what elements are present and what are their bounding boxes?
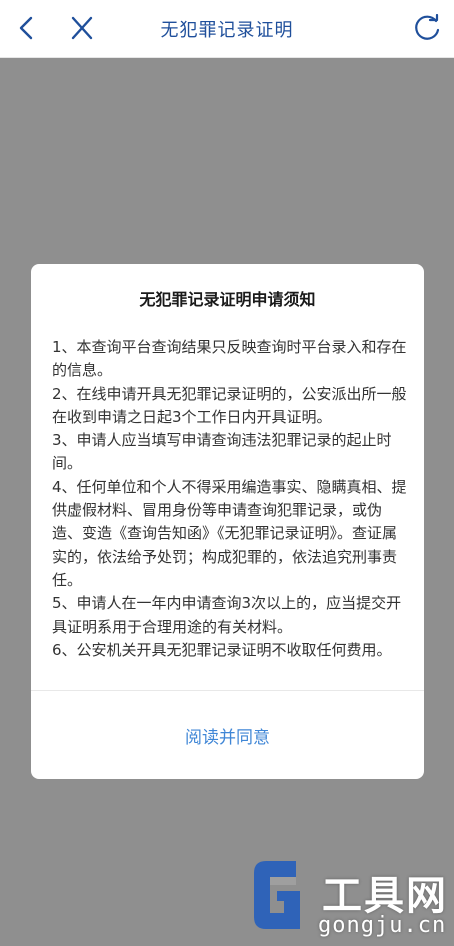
watermark: 工具网 gongju.cn (244, 855, 454, 946)
notice-body: 1、本查询平台查询结果只反映查询时平台录入和存在的信息。 2、在线申请开具无犯罪… (52, 336, 408, 662)
page-title: 无犯罪记录证明 (160, 20, 294, 41)
close-button[interactable] (68, 14, 96, 42)
notice-item: 3、申请人应当填写申请查询违法犯罪记录的起止时间。 (52, 431, 392, 473)
chevron-left-icon (19, 16, 33, 40)
notice-item: 1、本查询平台查询结果只反映查询时平台录入和存在的信息。 (52, 338, 407, 380)
refresh-icon (415, 13, 440, 40)
watermark-url: gongju.cn (318, 913, 447, 938)
gongju-logo-icon (254, 861, 300, 929)
close-icon (71, 16, 93, 40)
read-and-agree-button[interactable]: 阅读并同意 (31, 691, 424, 779)
notice-item: 5、申请人在一年内申请查询3次以上的，应当提交开具证明系用于合理用途的有关材料。 (52, 594, 402, 636)
notice-dialog: 无犯罪记录证明申请须知 1、本查询平台查询结果只反映查询时平台录入和存在的信息。… (31, 264, 424, 779)
top-nav-bar: 无犯罪记录证明 (0, 0, 454, 58)
notice-item: 2、在线申请开具无犯罪记录证明的，公安派出所一般在收到申请之日起3个工作日内开具… (52, 384, 407, 426)
back-button[interactable] (12, 14, 40, 42)
notice-item: 4、任何单位和个人不得采用编造事实、隐瞒真相、提供虚假材料、冒用身份等申请查询犯… (52, 477, 407, 589)
refresh-button[interactable] (414, 13, 442, 42)
notice-item: 6、公安机关开具无犯罪记录证明不收取任何费用。 (52, 640, 392, 659)
dialog-title: 无犯罪记录证明申请须知 (139, 290, 316, 309)
